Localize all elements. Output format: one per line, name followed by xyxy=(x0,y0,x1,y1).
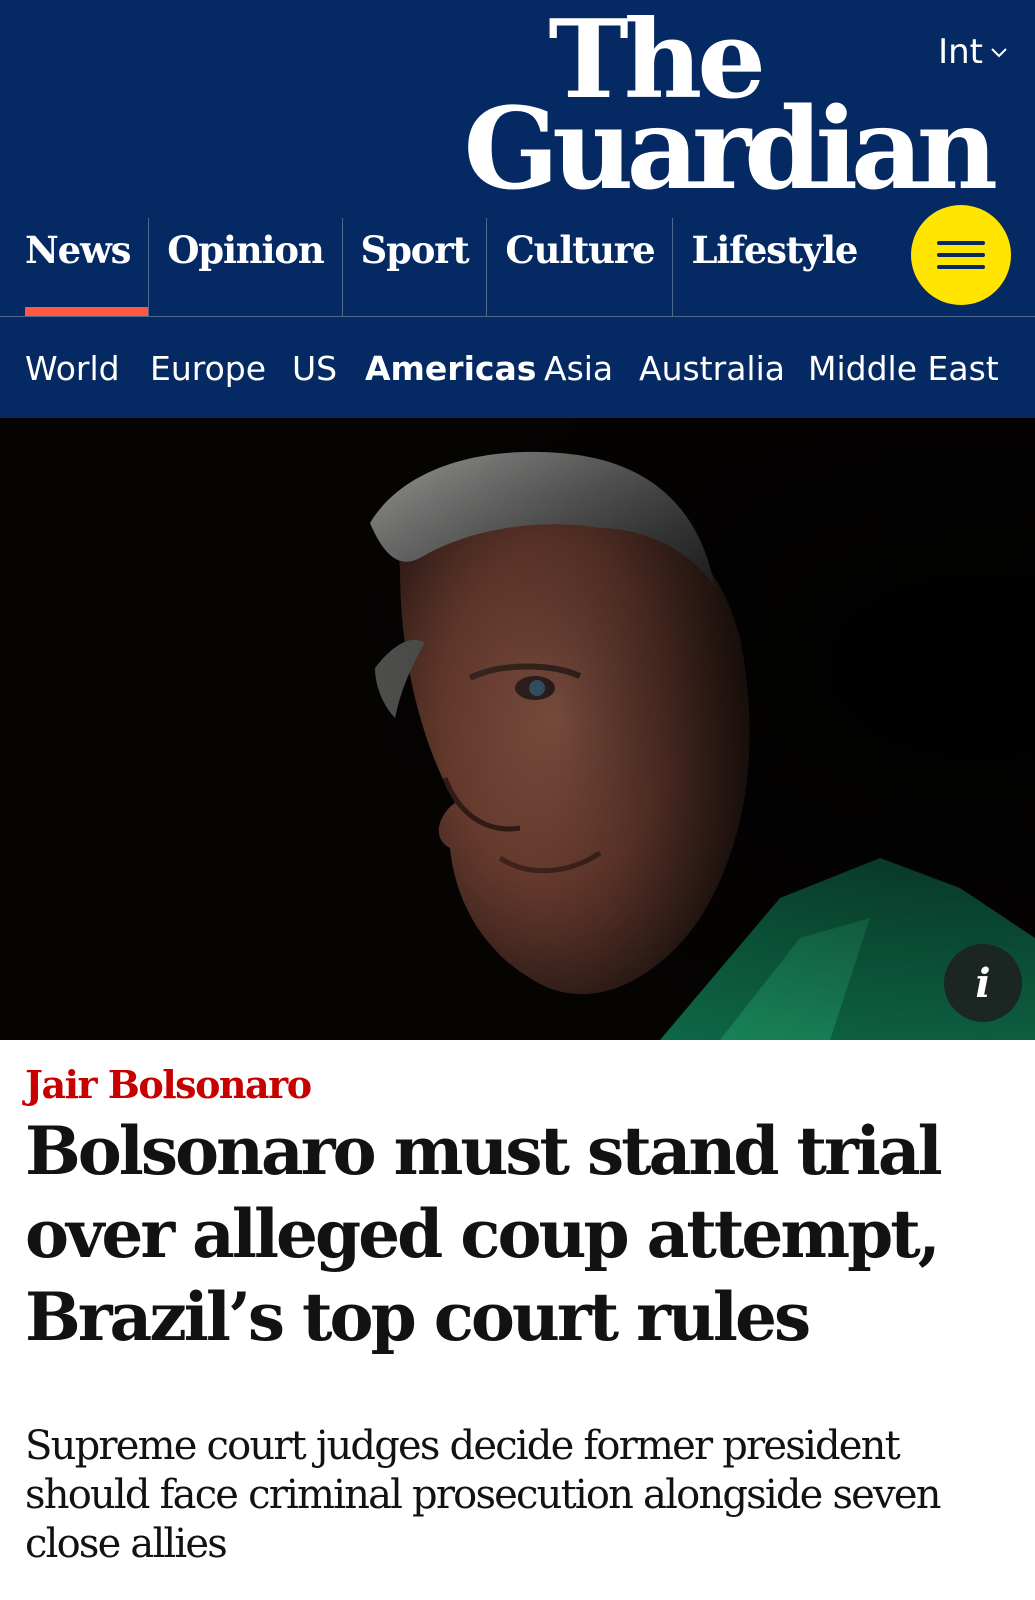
standfirst-line: should face criminal prosecution alongsi… xyxy=(25,1472,941,1518)
info-icon[interactable]: i xyxy=(944,944,1022,1022)
guardian-logo[interactable]: The Guardian xyxy=(463,6,998,215)
pillar-lifestyle[interactable]: Lifestyle xyxy=(672,218,875,316)
article-headline: Bolsonaro must stand trial over alleged … xyxy=(25,1110,1005,1359)
section-subnav: World Europe US Americas Asia Australia … xyxy=(0,317,1035,418)
pillar-nav: News Opinion Sport Culture Lifestyle xyxy=(0,218,900,316)
subnav-europe[interactable]: Europe xyxy=(150,349,266,388)
pillar-label: Lifestyle xyxy=(691,228,858,272)
hamburger-icon xyxy=(937,241,985,245)
chevron-down-icon xyxy=(991,48,1007,58)
headline-line: over alleged coup attempt, xyxy=(25,1195,941,1273)
hamburger-icon-bar xyxy=(937,265,985,269)
pillar-news[interactable]: News xyxy=(0,218,149,316)
hero-image: i xyxy=(0,418,1035,1040)
subnav-us[interactable]: US xyxy=(292,349,337,388)
hamburger-icon-bar xyxy=(937,253,985,257)
headline-line: Bolsonaro must stand trial xyxy=(25,1112,943,1190)
pillar-label: News xyxy=(25,228,131,272)
masthead: Int The Guardian News Opinion Sport Cult… xyxy=(0,0,1035,418)
pillar-label: Culture xyxy=(505,228,655,272)
pillar-opinion[interactable]: Opinion xyxy=(148,218,341,316)
pillar-culture[interactable]: Culture xyxy=(486,218,672,316)
active-pillar-indicator xyxy=(25,307,149,316)
pillar-label: Opinion xyxy=(167,228,324,272)
subnav-australia[interactable]: Australia xyxy=(639,349,785,388)
subnav-americas[interactable]: Americas xyxy=(365,349,536,388)
headline-line: Brazil’s top court rules xyxy=(25,1278,811,1356)
article-standfirst: Supreme court judges decide former presi… xyxy=(25,1422,1015,1569)
logo-line-2: Guardian xyxy=(463,84,998,215)
pillar-sport[interactable]: Sport xyxy=(341,218,487,316)
article-kicker[interactable]: Jair Bolsonaro xyxy=(25,1062,312,1107)
subnav-world[interactable]: World xyxy=(25,349,120,388)
subnav-middle-east[interactable]: Middle East xyxy=(808,349,999,388)
portrait-photo xyxy=(0,418,1035,1040)
subnav-asia[interactable]: Asia xyxy=(544,349,613,388)
standfirst-line: close allies xyxy=(25,1521,228,1567)
standfirst-line: Supreme court judges decide former presi… xyxy=(25,1423,901,1469)
pillar-label: Sport xyxy=(360,228,470,272)
menu-button[interactable] xyxy=(911,205,1011,305)
